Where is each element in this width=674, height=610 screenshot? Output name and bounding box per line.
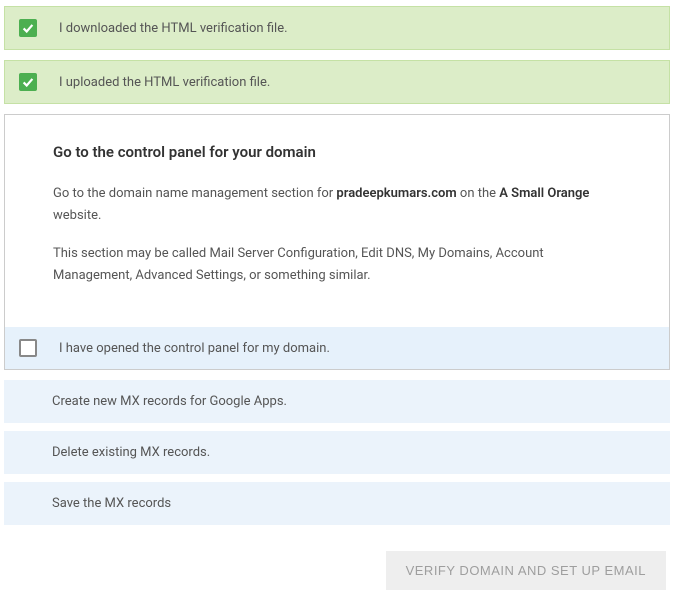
completed-step-label: I uploaded the HTML verification file.	[59, 75, 270, 90]
checkmark-icon	[19, 19, 37, 37]
text-fragment: on the	[457, 186, 500, 201]
action-row: VERIFY DOMAIN AND SET UP EMAIL	[4, 533, 670, 604]
confirm-step-row[interactable]: I have opened the control panel for my d…	[5, 327, 669, 369]
text-fragment: website.	[53, 208, 101, 223]
upcoming-step-label: Create new MX records for Google Apps.	[52, 394, 287, 409]
text-fragment: Go to the domain name management section…	[53, 186, 336, 201]
domain-name: pradeepkumars.com	[336, 186, 456, 201]
checkbox-unchecked-icon[interactable]	[19, 339, 37, 357]
completed-step[interactable]: I downloaded the HTML verification file.	[4, 6, 670, 50]
upcoming-step[interactable]: Create new MX records for Google Apps.	[4, 380, 670, 423]
host-name: A Small Orange	[499, 186, 589, 201]
checkmark-icon	[19, 73, 37, 91]
upcoming-step-label: Delete existing MX records.	[52, 445, 210, 460]
verify-domain-button[interactable]: VERIFY DOMAIN AND SET UP EMAIL	[386, 551, 666, 590]
upcoming-step[interactable]: Save the MX records	[4, 482, 670, 525]
completed-step-label: I downloaded the HTML verification file.	[59, 21, 288, 36]
panel-instruction-2: This section may be called Mail Server C…	[53, 243, 621, 287]
upcoming-step[interactable]: Delete existing MX records.	[4, 431, 670, 474]
panel-title: Go to the control panel for your domain	[53, 143, 621, 161]
current-step-panel: Go to the control panel for your domain …	[4, 114, 670, 370]
completed-step[interactable]: I uploaded the HTML verification file.	[4, 60, 670, 104]
confirm-step-label: I have opened the control panel for my d…	[59, 341, 330, 356]
panel-body: Go to the control panel for your domain …	[5, 115, 669, 327]
panel-instruction-1: Go to the domain name management section…	[53, 183, 621, 227]
upcoming-step-label: Save the MX records	[52, 496, 171, 511]
